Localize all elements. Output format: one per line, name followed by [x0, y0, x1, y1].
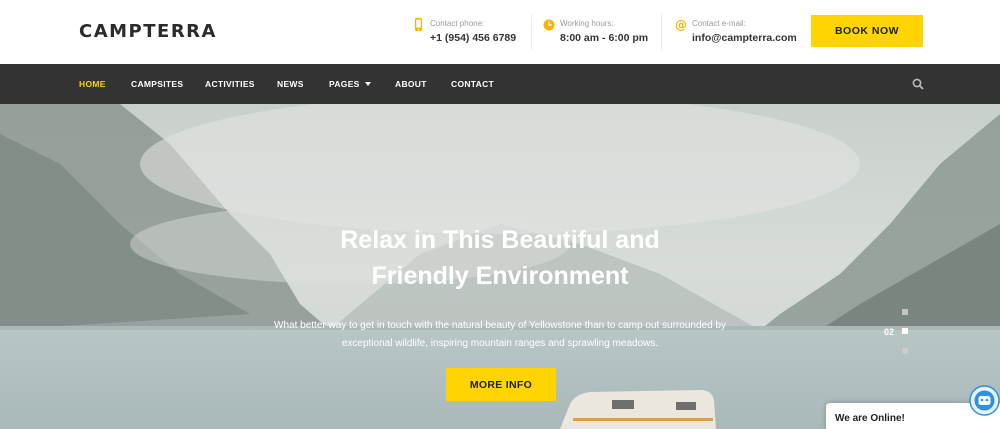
main-nav: HOME CAMPSITES ACTIVITIES NEWS PAGES ABO… [0, 64, 1000, 104]
hero-title-line: Friendly Environment [371, 262, 629, 290]
nav-activities[interactable]: ACTIVITIES [205, 79, 255, 89]
nav-contact[interactable]: CONTACT [451, 79, 494, 89]
header-divider [531, 14, 532, 50]
nav-campsites[interactable]: CAMPSITES [131, 79, 183, 89]
hero-slider: Relax in This Beautiful and Friendly Env… [0, 104, 1000, 429]
book-now-button[interactable]: BOOK NOW [811, 15, 923, 47]
logo-text: CAMPTERRA [79, 21, 217, 42]
phone-icon [415, 18, 422, 31]
nav-news[interactable]: NEWS [277, 79, 304, 89]
at-icon: @ [675, 18, 687, 32]
working-hours-label: Working hours: [560, 19, 614, 28]
hero-subtitle: What better way to get in touch with the… [260, 317, 740, 353]
nav-pages-label: PAGES [329, 79, 360, 89]
contact-phone-label: Contact phone: [430, 19, 485, 28]
contact-email-value[interactable]: info@campterra.com [692, 32, 797, 44]
slider-dot[interactable] [902, 348, 908, 354]
hero-title: Relax in This Beautiful and Friendly Env… [0, 222, 1000, 294]
slider-dot[interactable] [902, 309, 908, 315]
nav-home[interactable]: HOME [79, 79, 106, 89]
search-icon[interactable] [912, 78, 924, 90]
header-divider [661, 14, 662, 50]
working-hours-value: 8:00 am - 6:00 pm [560, 32, 649, 44]
slide-number: 02 [884, 327, 895, 337]
chevron-down-icon [364, 82, 371, 86]
logo[interactable]: CAMPTERRA [79, 21, 217, 42]
top-header: CAMPTERRA Contact phone: +1 (954) 456 67… [0, 0, 1000, 64]
chat-bot-icon[interactable] [969, 385, 1000, 416]
contact-email-label: Contact e-mail: [692, 19, 746, 28]
more-info-button[interactable]: MORE INFO [446, 368, 556, 401]
svg-text:@: @ [675, 18, 687, 32]
hero-title-line: Relax in This Beautiful and [340, 226, 660, 254]
contact-phone-value[interactable]: +1 (954) 456 6789 [430, 32, 516, 44]
nav-pages[interactable]: PAGES [329, 79, 371, 89]
clock-icon [543, 19, 555, 31]
chat-status-label: We are Online! [835, 413, 905, 424]
nav-about[interactable]: ABOUT [395, 79, 427, 89]
hero-subtitle-line: What better way to get in touch with the… [274, 320, 726, 331]
slider-dot-active[interactable] [902, 328, 908, 334]
hero-subtitle-line: exceptional wildlife, inspiring mountain… [341, 338, 659, 349]
